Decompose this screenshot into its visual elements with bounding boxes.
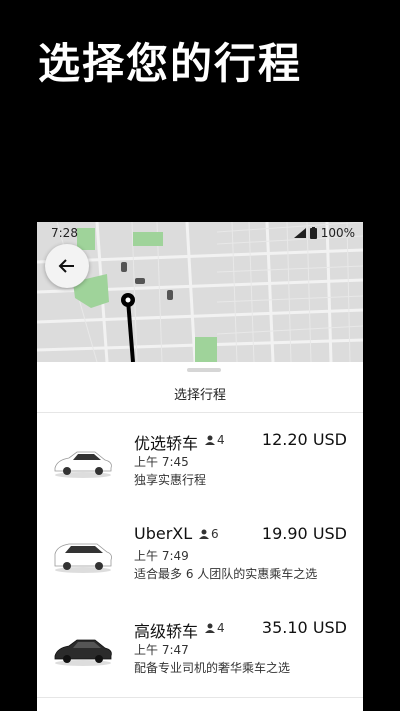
ride-option[interactable]: 优选轿车 4 12.20 USD 上午 7:45 独享实惠行程 — [37, 422, 363, 514]
sheet-title: 选择行程 — [173, 388, 226, 403]
seat-count: 6 — [199, 527, 219, 541]
battery-percent: 100% — [320, 226, 355, 240]
person-icon — [205, 435, 215, 445]
back-button[interactable] — [45, 244, 89, 288]
arrival-time: 上午 7:47 — [134, 643, 189, 657]
sedan-car-icon — [54, 451, 112, 478]
sheet-handle[interactable] — [187, 368, 221, 372]
option-description: 适合最多 6 人团队的实惠乘车之选 — [134, 567, 318, 581]
status-icons: 100% — [293, 226, 355, 240]
seat-count: 4 — [205, 433, 225, 447]
option-description: 独享实惠行程 — [134, 473, 207, 487]
ride-options-sheet: 选择行程 优选轿车 4 12.20 USD 上午 7:45 独享实惠行程 Ube… — [37, 362, 363, 711]
seat-number: 4 — [217, 433, 225, 447]
battery-icon — [309, 227, 317, 239]
status-bar: 7:28 100% — [37, 222, 363, 244]
luxury-car-icon — [54, 639, 112, 666]
option-price: 19.90 USD — [261, 524, 347, 543]
seat-number: 6 — [211, 527, 219, 541]
option-price: 35.10 USD — [261, 618, 347, 637]
ride-option[interactable]: 高级轿车 4 35.10 USD 上午 7:47 配备专业司机的奢华乘车之选 — [37, 610, 363, 702]
option-name: 优选轿车 — [134, 434, 199, 453]
seat-number: 4 — [217, 621, 225, 635]
arrival-time: 上午 7:45 — [134, 455, 189, 469]
seat-count: 4 — [205, 621, 225, 635]
person-icon — [199, 529, 209, 539]
option-name: 高级轿车 — [134, 622, 199, 641]
suv-car-icon — [54, 543, 112, 573]
phone-screen: 7:28 100% 选择行程 优选轿车 4 12.20 USD 上午 7:45 … — [37, 222, 363, 711]
status-time: 7:28 — [51, 226, 78, 240]
divider — [37, 697, 363, 698]
divider — [37, 412, 363, 413]
person-icon — [205, 623, 215, 633]
option-price: 12.20 USD — [261, 430, 347, 449]
arrival-time: 上午 7:49 — [134, 549, 189, 563]
ride-option[interactable]: UberXL 6 19.90 USD 上午 7:49 适合最多 6 人团队的实惠… — [37, 516, 363, 608]
signal-icon — [293, 228, 306, 238]
option-name: UberXL — [134, 524, 193, 543]
option-description: 配备专业司机的奢华乘车之选 — [134, 661, 291, 675]
arrow-left-icon — [58, 259, 74, 273]
hero-title: 选择您的行程 — [38, 39, 303, 88]
